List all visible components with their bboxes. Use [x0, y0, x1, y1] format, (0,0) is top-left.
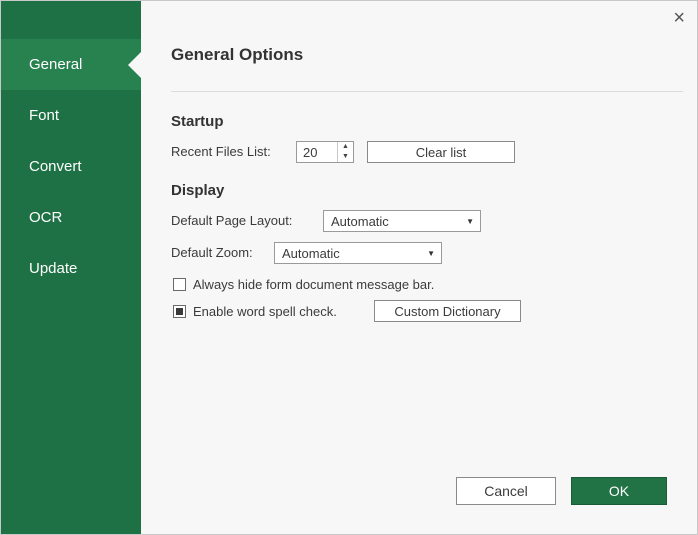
cancel-button[interactable]: Cancel: [456, 477, 556, 505]
page-layout-label: Default Page Layout:: [171, 213, 293, 228]
sidebar-item-label: Convert: [29, 158, 82, 175]
sidebar-item-update[interactable]: Update: [1, 243, 141, 294]
spinner-up-icon[interactable]: ▲: [338, 142, 353, 152]
sidebar-item-font[interactable]: Font: [1, 90, 141, 141]
sidebar-item-convert[interactable]: Convert: [1, 141, 141, 192]
sidebar-item-label: Font: [29, 107, 60, 124]
spinner-down-icon[interactable]: ▼: [338, 152, 353, 162]
page-layout-dropdown[interactable]: Automatic ▼: [323, 210, 481, 232]
chevron-down-icon: ▼: [427, 248, 435, 258]
hide-message-bar-checkbox[interactable]: [173, 277, 186, 291]
chevron-down-icon: ▼: [466, 216, 474, 226]
sidebar-item-label: General: [29, 56, 83, 73]
sidebar: General Font Convert OCR Update: [1, 1, 141, 534]
clear-list-button[interactable]: Clear list: [367, 141, 515, 163]
hide-message-bar-row: Always hide form document message bar.: [173, 276, 434, 292]
page-layout-value: Automatic: [331, 213, 389, 229]
sidebar-item-general[interactable]: General: [1, 39, 141, 90]
sidebar-item-label: Update: [29, 260, 78, 277]
options-dialog: General Font Convert OCR Update × Genera…: [0, 0, 698, 535]
hide-message-bar-label: Always hide form document message bar.: [193, 276, 435, 292]
spell-check-label: Enable word spell check.: [193, 303, 337, 319]
spinner-arrows: ▲ ▼: [337, 142, 353, 162]
title-divider: [171, 91, 683, 92]
sidebar-item-ocr[interactable]: OCR: [1, 192, 141, 243]
spell-check-checkbox[interactable]: [173, 304, 186, 318]
spell-check-row: Enable word spell check.: [173, 303, 337, 319]
recent-files-label: Recent Files List:: [171, 144, 271, 159]
custom-dictionary-button[interactable]: Custom Dictionary: [374, 300, 521, 322]
startup-section-heading: Startup: [171, 113, 224, 130]
main-panel: × General Options Startup Recent Files L…: [141, 1, 697, 534]
page-title: General Options: [171, 45, 304, 64]
display-section-heading: Display: [171, 182, 225, 199]
zoom-label: Default Zoom:: [171, 245, 253, 260]
sidebar-item-label: OCR: [29, 209, 63, 226]
zoom-dropdown[interactable]: Automatic ▼: [274, 242, 442, 264]
ok-button[interactable]: OK: [571, 477, 667, 505]
close-icon[interactable]: ×: [669, 5, 689, 31]
recent-files-input[interactable]: [297, 142, 337, 162]
zoom-value: Automatic: [282, 245, 340, 261]
recent-files-stepper[interactable]: ▲ ▼: [296, 141, 354, 163]
sidebar-items: General Font Convert OCR Update: [1, 39, 141, 294]
